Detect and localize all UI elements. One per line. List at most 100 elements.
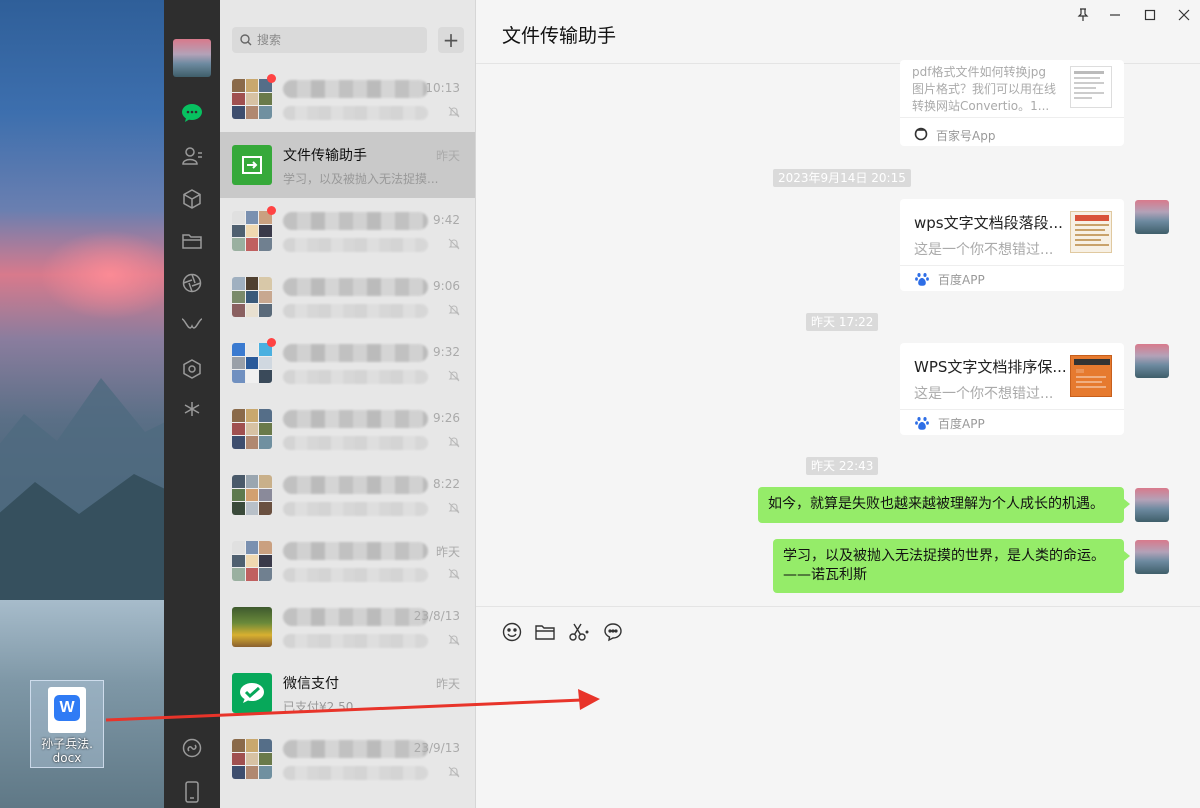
chat-list-item[interactable]: 23/9/13: [220, 726, 475, 792]
link-card-message[interactable]: pdf格式文件如何转换jpg 图片格式？我们可以用在线 转换网站Converti…: [900, 60, 1124, 146]
chat-name-blurred: [283, 80, 428, 98]
text-message[interactable]: 如今，就算是失败也越来越被理解为个人成长的机遇。: [758, 487, 1130, 523]
chat-history-icon[interactable]: [602, 621, 624, 643]
chat-avatar: [232, 79, 272, 119]
chat-avatar: [232, 541, 272, 581]
my-avatar[interactable]: [1135, 344, 1169, 378]
card-source: 百度APP: [938, 417, 985, 431]
mute-bell-icon: [448, 370, 460, 382]
mute-bell-icon: [448, 766, 460, 778]
chat-icon[interactable]: [180, 101, 204, 125]
chat-preview-blurred: [283, 370, 428, 384]
chat-name-blurred: [283, 542, 428, 560]
chat-name-blurred: [283, 608, 428, 626]
chat-name-blurred: [283, 212, 428, 230]
my-avatar[interactable]: [1135, 200, 1169, 234]
search-input[interactable]: [257, 33, 417, 47]
chat-time: 昨天: [435, 677, 460, 691]
add-chat-button[interactable]: +: [438, 27, 464, 53]
chat-list-item[interactable]: 8:22: [220, 462, 475, 528]
text-message[interactable]: 学习，以及被抛入无法捉摸的世界，是人类的命运。 ——诺瓦利斯: [773, 539, 1130, 593]
mute-bell-icon: [448, 568, 460, 580]
chat-time: 23/8/13: [413, 609, 460, 623]
channels-icon[interactable]: [180, 314, 204, 338]
wallpaper-cloud: [40, 230, 164, 320]
chat-preview-blurred: [283, 436, 428, 450]
link-card-message[interactable]: WPS文字文档排序保... 这是一个你不想错过... 百度APP: [900, 343, 1124, 435]
my-avatar[interactable]: [1135, 540, 1169, 574]
chat-list-panel: + 10:13 文件传输助手学习，以及被抛入无法捉摸... 昨天 9:42 9:06 9:…: [220, 0, 476, 808]
my-avatar[interactable]: [1135, 488, 1169, 522]
pin-icon[interactable]: [1072, 6, 1094, 24]
mute-bell-icon: [448, 502, 460, 514]
chat-preview-blurred: [283, 502, 428, 516]
mute-bell-icon: [448, 304, 460, 316]
unread-badge: [267, 74, 276, 83]
chat-list-item[interactable]: 微信支付 已支付¥2.50 昨天: [220, 660, 475, 726]
card-thumbnail: [1070, 66, 1112, 108]
chat-time: 10:13: [425, 81, 460, 95]
screenshot-scissors-icon[interactable]: [568, 621, 590, 643]
chat-list-item[interactable]: 昨天: [220, 528, 475, 594]
mute-bell-icon: [448, 634, 460, 646]
link-card-message[interactable]: wps文字文档段落段... 这是一个你不想错过... 百度APP: [900, 199, 1124, 291]
chat-time: 9:42: [433, 213, 460, 227]
chat-name-blurred: [283, 410, 428, 428]
chat-name-blurred: [283, 476, 428, 494]
send-file-folder-icon[interactable]: [534, 621, 556, 643]
chat-list-item[interactable]: 23/8/13: [220, 594, 475, 660]
minimize-button[interactable]: [1104, 6, 1126, 24]
chat-avatar: [232, 277, 272, 317]
emoji-icon[interactable]: [501, 621, 523, 643]
card-description: 这是一个你不想错过...: [914, 386, 1054, 402]
desktop-file-docx[interactable]: W 孙子兵法. docx: [30, 680, 104, 768]
chat-preview-blurred: [283, 634, 428, 648]
baidu-paw-icon: [914, 415, 930, 431]
chat-time: 昨天: [435, 149, 460, 163]
chat-list-item[interactable]: 9:32: [220, 330, 475, 396]
moments-aperture-icon[interactable]: [180, 271, 204, 295]
baijiahao-icon: [914, 127, 928, 141]
chat-preview-blurred: [283, 766, 428, 780]
chat-name-blurred: [283, 740, 428, 758]
chat-list-item[interactable]: 9:26: [220, 396, 475, 462]
user-avatar[interactable]: [173, 39, 211, 77]
mini-program-link-icon[interactable]: [180, 736, 204, 760]
chat-preview: 已支付¥2.50: [283, 700, 354, 714]
chat-time: 昨天: [435, 545, 460, 559]
chat-name: 文件传输助手: [283, 148, 367, 164]
mute-bell-icon: [448, 436, 460, 448]
chat-time: 9:32: [433, 345, 460, 359]
chat-preview-blurred: [283, 304, 428, 318]
message-input-area[interactable]: [476, 606, 1200, 808]
wechat-pay-icon: [232, 673, 272, 713]
card-thumbnail: [1070, 211, 1112, 253]
search-box[interactable]: [232, 27, 427, 53]
chat-name-blurred: [283, 278, 428, 296]
chat-preview-blurred: [283, 106, 428, 120]
word-file-icon: W: [48, 687, 86, 733]
favorites-cube-icon[interactable]: [180, 187, 204, 211]
search-hexagon-icon[interactable]: [180, 357, 204, 381]
chat-list-item[interactable]: 文件传输助手 学习，以及被抛入无法捉摸... 昨天: [220, 132, 475, 198]
card-title: wps文字文档段落段...: [914, 214, 1063, 232]
mute-bell-icon: [448, 238, 460, 250]
close-button[interactable]: [1173, 6, 1195, 24]
maximize-button[interactable]: [1139, 6, 1161, 24]
folder-icon[interactable]: [180, 229, 204, 253]
chat-preview-blurred: [283, 238, 428, 252]
mini-program-icon[interactable]: [180, 397, 204, 421]
search-icon: [240, 34, 252, 46]
chat-time: 9:06: [433, 279, 460, 293]
chat-avatar: [232, 607, 272, 647]
contacts-icon[interactable]: [180, 144, 204, 168]
phone-icon[interactable]: [180, 780, 204, 804]
chat-list-item[interactable]: 10:13: [220, 66, 475, 132]
baidu-paw-icon: [914, 271, 930, 287]
chat-header: 文件传输助手: [476, 0, 1200, 64]
chat-time: 23/9/13: [413, 741, 460, 755]
chat-list-item[interactable]: 9:42: [220, 198, 475, 264]
chat-list-item[interactable]: 9:06: [220, 264, 475, 330]
chat-avatar: [232, 739, 272, 779]
chat-preview-blurred: [283, 568, 428, 582]
